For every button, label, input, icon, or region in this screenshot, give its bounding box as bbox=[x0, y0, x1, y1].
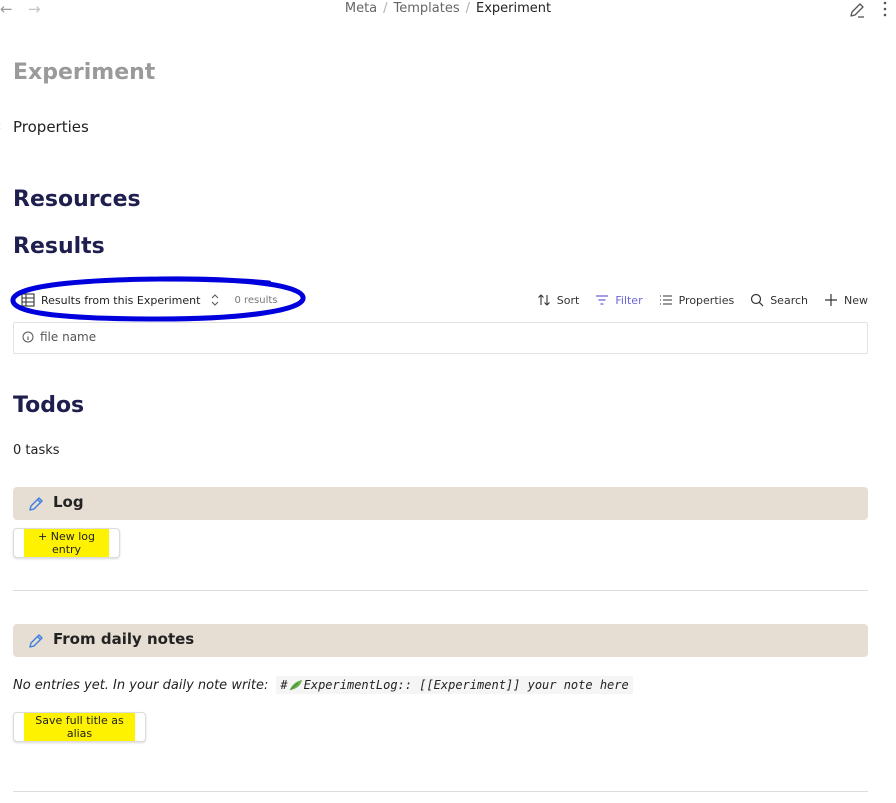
column-label: file name bbox=[40, 330, 97, 344]
pencil-icon bbox=[29, 634, 43, 648]
divider bbox=[13, 791, 868, 792]
callout-title: Log bbox=[53, 493, 84, 511]
heading-todos: Todos bbox=[13, 393, 85, 418]
properties-button[interactable]: Properties bbox=[659, 293, 735, 307]
new-log-entry-button[interactable]: + New log entry bbox=[13, 528, 120, 558]
breadcrumb: Meta / Templates / Experiment bbox=[0, 1, 896, 17]
more-vertical-icon[interactable] bbox=[882, 0, 888, 18]
code-text: ExperimentLog:: [[Experiment]] your note… bbox=[303, 678, 629, 692]
info-icon bbox=[22, 331, 34, 343]
search-icon bbox=[751, 293, 764, 307]
toolbar-actions: Sort Filter Properties Search New bbox=[521, 293, 868, 307]
daily-notes-empty-message: No entries yet. In your daily note write… bbox=[13, 676, 633, 694]
filter-icon bbox=[596, 295, 609, 305]
heading-resources: Resources bbox=[13, 187, 141, 212]
heading-results: Results bbox=[13, 234, 105, 259]
filter-label: Filter bbox=[615, 293, 643, 307]
chevron-up-down-icon bbox=[212, 294, 219, 306]
plus-icon bbox=[825, 294, 837, 306]
list-icon bbox=[659, 295, 672, 305]
tasks-count: 0 tasks bbox=[13, 443, 60, 458]
breadcrumb-separator: / bbox=[383, 1, 388, 16]
sort-button[interactable]: Sort bbox=[537, 293, 580, 307]
button-label: + New log entry bbox=[24, 529, 109, 557]
search-label: Search bbox=[770, 293, 808, 307]
new-label: New bbox=[844, 293, 868, 307]
callout-daily-notes: From daily notes bbox=[13, 624, 868, 657]
new-button[interactable]: New bbox=[824, 293, 868, 307]
search-button[interactable]: Search bbox=[750, 293, 808, 307]
base-toolbar: Results from this Experiment 0 results S… bbox=[13, 287, 868, 315]
view-selector[interactable]: Results from this Experiment 0 results bbox=[21, 293, 277, 307]
pencil-icon bbox=[29, 497, 43, 511]
button-label: Save full title as alias bbox=[24, 713, 135, 741]
callout-title: From daily notes bbox=[53, 630, 195, 648]
save-alias-button[interactable]: Save full title as alias bbox=[13, 712, 146, 742]
page-title[interactable]: Experiment bbox=[13, 60, 155, 85]
view-name: Results from this Experiment bbox=[41, 293, 201, 307]
top-bar: ← → Meta / Templates / Experiment bbox=[0, 0, 896, 20]
breadcrumb-current[interactable]: Experiment bbox=[476, 1, 551, 16]
properties-toggle[interactable]: Properties bbox=[13, 118, 89, 136]
column-header-file-name[interactable]: file name bbox=[22, 330, 96, 344]
chevron-left-icon[interactable] bbox=[0, 122, 1, 130]
sort-label: Sort bbox=[556, 293, 580, 307]
filter-button[interactable]: Filter bbox=[595, 293, 643, 307]
table-icon bbox=[21, 293, 35, 307]
sort-icon bbox=[537, 294, 550, 306]
breadcrumb-meta[interactable]: Meta bbox=[345, 1, 377, 16]
results-count: 0 results bbox=[234, 294, 278, 306]
code-prefix: # bbox=[280, 678, 288, 692]
breadcrumb-separator: / bbox=[465, 1, 471, 16]
properties-label: Properties bbox=[678, 293, 735, 307]
divider bbox=[13, 590, 868, 591]
breadcrumb-templates[interactable]: Templates bbox=[394, 1, 460, 16]
empty-text: No entries yet. In your daily note write… bbox=[13, 677, 269, 693]
callout-log: Log bbox=[13, 487, 868, 520]
results-table: file name bbox=[13, 322, 868, 354]
edit-icon[interactable] bbox=[848, 1, 866, 19]
leaf-emoji-icon bbox=[289, 680, 302, 691]
inline-code: # ExperimentLog:: [[Experiment]] your no… bbox=[276, 676, 633, 694]
